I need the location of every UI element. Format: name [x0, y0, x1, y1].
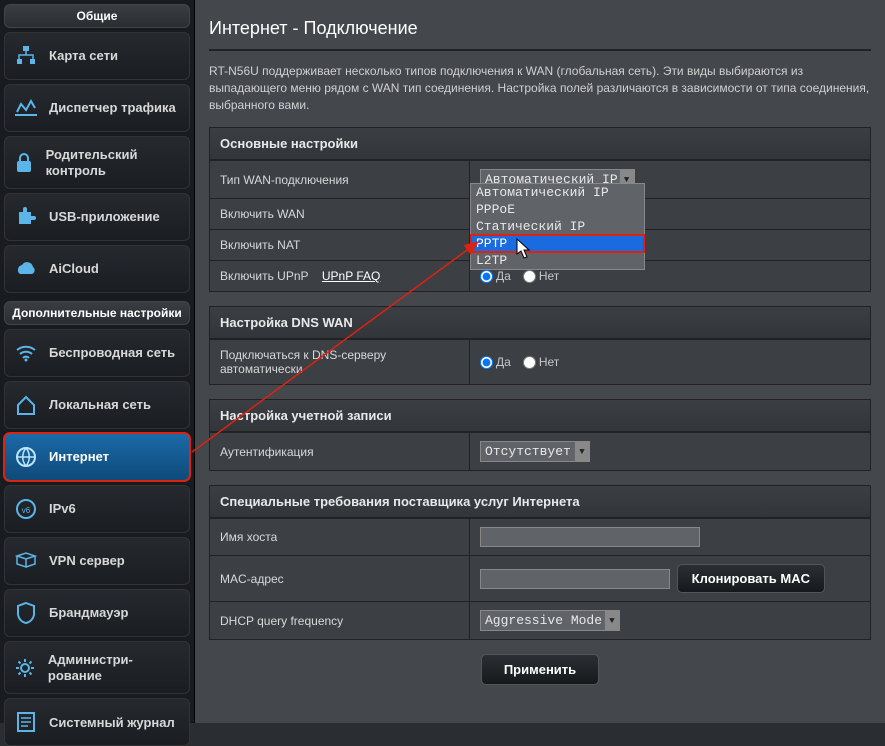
clone-mac-button[interactable]: Клонировать MAC: [677, 564, 825, 593]
label-dns-auto: Подключаться к DNS-серверу автоматически: [210, 340, 470, 385]
nav-label: Беспроводная сеть: [49, 345, 175, 361]
gear-icon: [13, 655, 38, 681]
label-auth: Аутентификация: [210, 433, 470, 471]
select-auth[interactable]: Отсутствует ▼: [480, 441, 590, 462]
radio-dns: Да Нет: [480, 355, 860, 369]
lock-icon: [13, 150, 36, 176]
radio-input[interactable]: [523, 270, 536, 283]
apply-row: Применить: [209, 640, 871, 699]
nav-aicloud[interactable]: AiCloud: [4, 245, 190, 293]
dropdown-option[interactable]: Статический IP: [471, 218, 644, 235]
nav-label: AiCloud: [49, 261, 99, 277]
globe-icon: [13, 444, 39, 470]
svg-text:v6: v6: [22, 506, 31, 515]
label-wan-type: Тип WAN-подключения: [210, 161, 470, 199]
nav-label: USB-приложение: [49, 209, 160, 225]
nav-label: IPv6: [49, 501, 76, 517]
wifi-icon: [13, 340, 39, 366]
radio-input[interactable]: [480, 270, 493, 283]
nav-label: Карта сети: [49, 48, 118, 64]
dropdown-option[interactable]: Автоматический IP: [471, 184, 644, 201]
select-value: Отсутствует: [485, 444, 571, 459]
table-dns: Подключаться к DNS-серверу автоматически…: [209, 339, 871, 385]
nav-label: Диспетчер трафика: [49, 100, 176, 116]
table-account: Аутентификация Отсутствует ▼: [209, 432, 871, 471]
cloud-icon: [13, 256, 39, 282]
upnp-faq-link[interactable]: UPnP FAQ: [322, 269, 380, 283]
nav-label: Системный журнал: [49, 715, 175, 731]
sidebar: Общие Карта сети Диспетчер трафика Родит…: [0, 0, 195, 723]
nav-internet[interactable]: Интернет: [4, 433, 190, 481]
radio-input[interactable]: [480, 356, 493, 369]
nav-traffic-manager[interactable]: Диспетчер трафика: [4, 84, 190, 132]
nav-ipv6[interactable]: v6 IPv6: [4, 485, 190, 533]
nav-wireless[interactable]: Беспроводная сеть: [4, 329, 190, 377]
caret-down-icon: ▼: [574, 442, 589, 461]
nav-label: Локальная сеть: [49, 397, 151, 413]
table-basic: Тип WAN-подключения Автоматический IP ▼ …: [209, 160, 871, 292]
radio-upnp-no[interactable]: Нет: [523, 269, 559, 283]
section-account: Настройка учетной записи: [209, 399, 871, 432]
nav-network-map[interactable]: Карта сети: [4, 32, 190, 80]
dropdown-option[interactable]: PPPoE: [471, 201, 644, 218]
nav-label: Родительский контроль: [46, 147, 181, 178]
nav-parental-control[interactable]: Родительский контроль: [4, 136, 190, 189]
input-hostname[interactable]: [480, 527, 700, 547]
select-dhcp-freq[interactable]: Aggressive Mode ▼: [480, 610, 620, 631]
label-mac: MAC-адрес: [210, 556, 470, 602]
label-dhcp-freq: DHCP query frequency: [210, 602, 470, 640]
label-enable-nat: Включить NAT: [210, 230, 470, 261]
nav-label: VPN сервер: [49, 553, 125, 569]
nav-lan[interactable]: Локальная сеть: [4, 381, 190, 429]
dropdown-option-pptp[interactable]: PPTP: [471, 235, 644, 252]
table-isp: Имя хоста MAC-адрес Клонировать MAC DHCP…: [209, 518, 871, 640]
sidebar-header-general: Общие: [4, 4, 190, 28]
input-mac[interactable]: [480, 569, 670, 589]
page-title: Интернет - Подключение: [209, 18, 871, 51]
home-icon: [13, 392, 39, 418]
traffic-icon: [13, 95, 39, 121]
sidebar-header-advanced: Дополнительные настройки: [4, 301, 190, 325]
nav-admin[interactable]: Администри-рование: [4, 641, 190, 694]
shield-icon: [13, 600, 39, 626]
nav-firewall[interactable]: Брандмауэр: [4, 589, 190, 637]
label-hostname: Имя хоста: [210, 519, 470, 556]
nav-syslog[interactable]: Системный журнал: [4, 698, 190, 746]
caret-down-icon: ▼: [604, 611, 619, 630]
nav-label: Интернет: [49, 449, 109, 465]
label-enable-upnp: Включить UPnP UPnP FAQ: [210, 261, 470, 292]
label-enable-wan: Включить WAN: [210, 199, 470, 230]
log-icon: [13, 709, 39, 735]
radio-dns-no[interactable]: Нет: [523, 355, 559, 369]
radio-upnp: Да Нет: [480, 269, 860, 283]
network-map-icon: [13, 43, 39, 69]
main-panel: Интернет - Подключение RT-N56U поддержив…: [195, 0, 885, 723]
radio-dns-yes[interactable]: Да: [480, 355, 511, 369]
dropdown-option[interactable]: L2TP: [471, 252, 644, 269]
nav-label: Администри-рование: [48, 652, 181, 683]
nav-usb-app[interactable]: USB-приложение: [4, 193, 190, 241]
section-isp: Специальные требования поставщика услуг …: [209, 485, 871, 518]
vpn-icon: [13, 548, 39, 574]
puzzle-icon: [13, 204, 39, 230]
nav-label: Брандмауэр: [49, 605, 128, 621]
section-basic: Основные настройки: [209, 127, 871, 160]
dropdown-wan-type[interactable]: Автоматический IP PPPoE Статический IP P…: [470, 183, 645, 270]
apply-button[interactable]: Применить: [481, 654, 599, 685]
ipv6-icon: v6: [13, 496, 39, 522]
select-value: Aggressive Mode: [485, 613, 602, 628]
radio-upnp-yes[interactable]: Да: [480, 269, 511, 283]
section-dns: Настройка DNS WAN: [209, 306, 871, 339]
radio-input[interactable]: [523, 356, 536, 369]
intro-text: RT-N56U поддерживает несколько типов под…: [209, 63, 871, 113]
nav-vpn[interactable]: VPN сервер: [4, 537, 190, 585]
